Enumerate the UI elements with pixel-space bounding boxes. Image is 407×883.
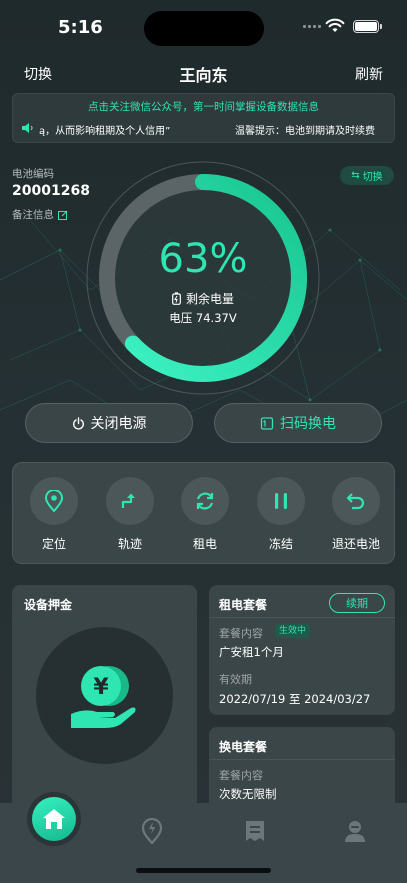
- track-arrow-icon: [106, 477, 154, 525]
- swap-content-value: 次数无限制: [219, 787, 277, 801]
- voltage-value: 电压 74.37V: [169, 311, 237, 325]
- scan-swap-label: 扫码换电: [280, 416, 336, 432]
- marquee-text: ą，从而影响租期及个人信用”: [39, 126, 171, 137]
- remaining-charge: 剩余电量: [85, 290, 321, 307]
- battery-code-value: 20001268: [12, 183, 90, 199]
- dynamic-island: [144, 11, 264, 46]
- battery-icon: [353, 20, 382, 33]
- battery-code-label: 电池编码: [12, 168, 54, 180]
- home-indicator: [136, 868, 271, 873]
- status-time: 5:16: [58, 17, 103, 38]
- list-icon: [246, 821, 264, 841]
- action-label: 定位: [41, 537, 66, 551]
- tab-home-active: [32, 797, 76, 841]
- swap-content-label: 套餐内容: [219, 769, 263, 782]
- plan-content-label: 套餐内容: [219, 627, 263, 640]
- remark-label: 备注信息: [12, 209, 54, 221]
- refresh-button[interactable]: 刷新: [355, 64, 383, 84]
- deposit-title: 设备押金: [24, 598, 73, 612]
- action-label: 冻结: [268, 537, 293, 551]
- action-label: 租电: [192, 537, 217, 551]
- action-rent[interactable]: 租电: [175, 477, 235, 552]
- power-icon: [72, 416, 84, 430]
- action-track[interactable]: 轨迹: [100, 477, 160, 552]
- renew-button[interactable]: 续期: [329, 593, 385, 613]
- quick-actions-panel: 定位 轨迹 租电 冻结 退还电池: [12, 462, 395, 564]
- switch-battery-label: 切换: [362, 172, 383, 183]
- tip-text: 温馨提示：电池到期请及时续费: [235, 126, 375, 137]
- lightning-pin-icon: [141, 818, 163, 844]
- speaker-icon: [22, 123, 33, 133]
- action-label: 退还电池: [331, 537, 380, 551]
- home-icon: [43, 809, 65, 829]
- validity-label: 有效期: [219, 673, 252, 686]
- action-label: 轨迹: [117, 537, 142, 551]
- divider: [209, 617, 395, 618]
- swap-plan-title: 换电套餐: [219, 740, 268, 754]
- navigation-bar: 切换 王向东 刷新: [0, 58, 407, 88]
- wifi-icon: [325, 18, 345, 32]
- deposit-card[interactable]: 设备押金 ¥: [12, 585, 197, 815]
- power-off-button[interactable]: 关闭电源: [25, 403, 193, 443]
- battery-percent: 63%: [158, 236, 248, 282]
- notice-banner[interactable]: 点击关注微信公众号，第一时间掌握设备数据信息 ą，从而影响租期及个人信用” 温馨…: [12, 93, 395, 143]
- validity-value: 2022/07/19 至 2024/03/27: [219, 692, 371, 706]
- swap-arrows-icon: ⇆: [351, 170, 360, 181]
- action-freeze[interactable]: 冻结: [251, 477, 311, 552]
- wechat-follow-notice[interactable]: 点击关注微信公众号，第一时间掌握设备数据信息: [13, 99, 394, 114]
- power-off-label: 关闭电源: [90, 416, 147, 432]
- battery-small-icon: [172, 292, 181, 305]
- remaining-charge-label: 剩余电量: [185, 292, 234, 306]
- svg-text:¥: ¥: [93, 675, 109, 700]
- tab-orders[interactable]: [237, 813, 273, 849]
- tab-profile[interactable]: [337, 813, 373, 849]
- action-return[interactable]: 退还电池: [326, 477, 386, 552]
- battery-swap-icon: [260, 416, 274, 430]
- pause-icon: [257, 477, 305, 525]
- yen-coin-hand-icon: ¥: [36, 627, 173, 764]
- tab-home[interactable]: [27, 792, 81, 846]
- gauge-readout: 63% 剩余电量 电压 74.37V: [85, 160, 321, 396]
- page-title: 王向东: [179, 66, 228, 85]
- action-locate[interactable]: 定位: [24, 477, 84, 552]
- tab-swap-station[interactable]: [134, 813, 170, 849]
- remark-link[interactable]: 备注信息: [12, 207, 68, 222]
- edit-icon: [58, 210, 68, 220]
- plan-content-value: 广安租1个月: [219, 645, 284, 659]
- status-badge: 生效中: [275, 624, 311, 638]
- rent-plan-title: 租电套餐: [219, 598, 268, 612]
- cellular-signal-icon: [303, 25, 321, 28]
- refresh-icon: [181, 477, 229, 525]
- divider: [209, 759, 395, 760]
- return-icon: [332, 477, 380, 525]
- status-bar: 5:16: [0, 0, 407, 54]
- switch-battery-button[interactable]: ⇆ 切换: [340, 166, 394, 185]
- user-icon: [345, 821, 365, 842]
- rent-plan-card: 租电套餐 续期 套餐内容 生效中 广安租1个月 有效期 2022/07/19 至…: [209, 585, 395, 715]
- scan-swap-button[interactable]: 扫码换电: [214, 403, 382, 443]
- location-pin-icon: [30, 477, 78, 525]
